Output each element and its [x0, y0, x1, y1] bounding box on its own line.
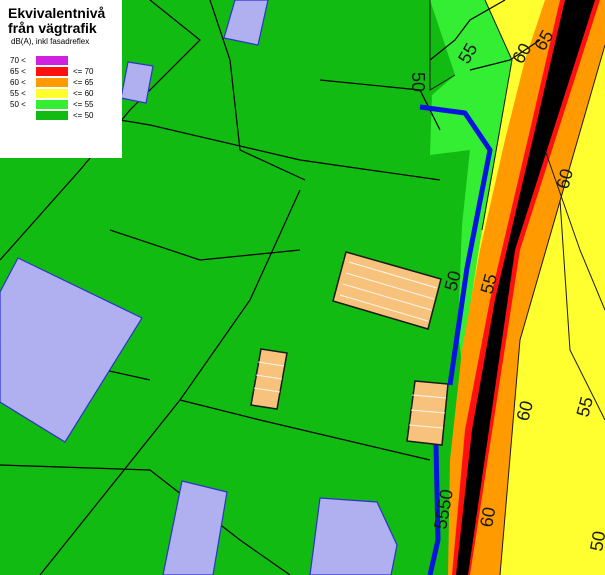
legend-low-label: 70 < — [10, 56, 26, 65]
legend-row: 50 < <= 55 — [8, 99, 122, 110]
label-50-right: 50 — [586, 529, 605, 552]
legend-title-line1: Ekvivalentnivå — [8, 5, 106, 21]
legend-low-label: 60 < — [10, 78, 26, 87]
legend-swatch — [36, 89, 68, 98]
legend-swatch — [36, 111, 68, 120]
legend-title-line2: från vägtrafik — [8, 20, 97, 36]
legend-high-label: <= 65 — [73, 78, 94, 87]
legend-low-label: 55 < — [10, 89, 26, 98]
legend-swatch — [36, 78, 68, 87]
legend-row: 55 < <= 60 — [8, 88, 122, 99]
legend-high-label: <= 55 — [73, 100, 94, 109]
legend: Ekvivalentnivå från vägtrafik dB(A), ink… — [0, 0, 122, 158]
legend-swatch — [36, 67, 68, 76]
legend-subtitle: dB(A), inkl fasadreflex — [11, 37, 90, 46]
label-60-bottom: 60 — [476, 505, 499, 528]
legend-swatch — [36, 100, 68, 109]
legend-row: 70 < — [8, 55, 122, 66]
legend-swatch — [36, 56, 68, 65]
legend-high-label: <= 50 — [73, 111, 94, 120]
legend-rows: 70 < 65 < <= 70 60 < <= 65 55 < <= 60 50 < <= 55… — [8, 55, 122, 121]
label-50-top: 50 — [408, 72, 428, 92]
legend-low-label: 50 < — [10, 100, 26, 109]
legend-row: <= 50 — [8, 110, 122, 121]
legend-row: 65 < <= 70 — [8, 66, 122, 77]
legend-row: 60 < <= 65 — [8, 77, 122, 88]
legend-high-label: <= 60 — [73, 89, 94, 98]
legend-high-label: <= 70 — [73, 67, 94, 76]
legend-low-label: 65 < — [10, 67, 26, 76]
